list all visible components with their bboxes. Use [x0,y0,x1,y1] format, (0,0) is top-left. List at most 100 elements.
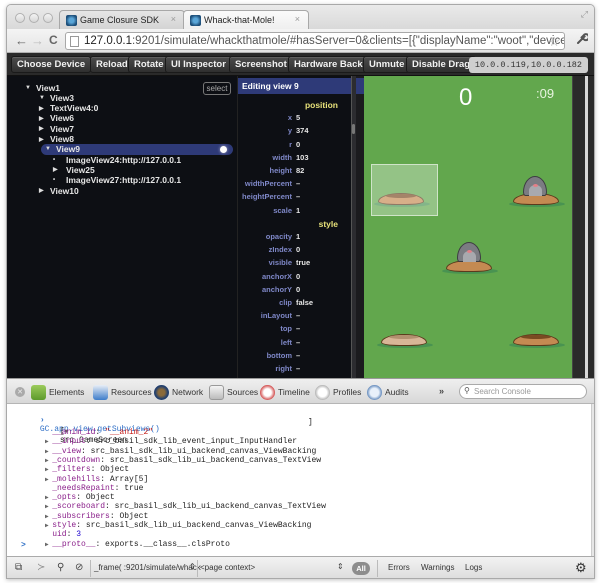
property-value[interactable]: – [296,179,300,188]
reload-icon[interactable]: C [49,33,58,47]
property-value[interactable]: true [296,258,310,267]
frame-selector[interactable]: _frame( :9201/simulate/whack [94,563,201,572]
address-bar[interactable]: 127.0.0.1:9201/simulate/whackthatmole/#h… [65,32,565,50]
forward-icon[interactable]: → [31,33,44,48]
tab-close-icon[interactable]: × [171,14,176,24]
wrench-menu-icon[interactable] [575,32,590,48]
property-value[interactable]: 0 [296,285,300,294]
unmute-button[interactable]: Unmute [363,56,411,73]
game-canvas[interactable]: 0 :09 [364,76,572,378]
minimize-window-button[interactable] [29,13,39,23]
tree-item[interactable]: ▶ View8 [39,134,74,145]
console-result-header[interactable]: [▼ src_GameScreen [31,418,127,445]
console-property-line[interactable]: ▶ _opts: Object [45,493,115,502]
console-property-line[interactable]: ▶ _subscribers: Object [45,512,148,521]
collapse-arrow-icon[interactable]: ▼ [45,146,54,152]
hardware-back-button[interactable]: Hardware Back [288,56,369,73]
context-selector[interactable]: <page context> [200,563,255,572]
expand-arrow-icon[interactable]: ▶ [39,115,48,122]
property-value[interactable]: 5 [296,113,300,122]
back-icon[interactable]: ← [15,33,28,48]
property-row: x5 [238,113,351,124]
property-value[interactable]: – [296,338,300,347]
property-value[interactable]: 1 [296,206,300,215]
mole[interactable] [457,242,481,262]
devtools-tab-resources[interactable]: Resources [93,384,152,400]
dock-toggle-icon[interactable]: ⧉ [15,562,22,573]
devtools-tab-timeline[interactable]: Timeline [260,384,310,400]
tab-close-icon[interactable]: × [295,14,300,24]
console-panel[interactable]: › GC.app.view.getSubviews() [▼ src_GameS… [7,404,592,556]
settings-gear-icon[interactable]: ⚙ [575,560,587,576]
console-property-line[interactable]: ▶ __proto__: exports.__class__.clsProto [45,540,230,549]
expand-arrow-icon[interactable]: ▶ [39,105,48,112]
property-value[interactable]: – [296,351,300,360]
browser-tab-sdk[interactable]: Game Closure SDK × [59,10,185,29]
devtools-tab-network[interactable]: Network [154,384,203,400]
inspect-search-icon[interactable]: ⚲ [57,562,64,573]
console-property-line[interactable]: ▶ _molehills: Array[5] [45,475,148,484]
console-drawer-icon[interactable]: ≻ [37,562,45,573]
filter-all-button[interactable]: All [352,562,370,575]
tree-item[interactable]: ▶ View10 [39,185,79,196]
search-console-input[interactable]: ⚲ Search Console [459,384,587,399]
devtools-tab-profiles[interactable]: Profiles [315,384,361,400]
property-value[interactable]: 0 [296,245,300,254]
collapse-arrow-icon[interactable]: ▼ [39,95,48,101]
bookmark-star-icon[interactable]: ☆ [548,34,560,49]
filter-errors-button[interactable]: Errors [388,563,410,572]
molehill[interactable] [509,330,565,348]
expand-arrow-icon[interactable]: ▶ [39,125,48,132]
property-value[interactable]: 0 [296,272,300,281]
property-value[interactable]: 82 [296,166,304,175]
zoom-window-button[interactable] [43,13,53,23]
console-property-line[interactable]: ▶ _filters: Object [45,465,129,474]
context-selector-arrow-icon[interactable]: ⇕ [337,562,344,571]
property-value[interactable]: 0 [296,140,300,149]
console-property-line[interactable]: ▶ __view: src_basil_sdk_lib_ui_backend_c… [45,447,316,456]
browser-tab-whack[interactable]: Whack-that-Mole! × [183,10,309,29]
expand-arrow-icon[interactable]: ▶ [39,187,48,194]
property-value: "__anim_2" [105,428,154,437]
console-property-line[interactable]: ▶ _countdown: src_basil_sdk_lib_ui_backe… [45,456,321,465]
console-property-line: _needsRepaint: true [45,484,143,493]
console-input-prompt[interactable]: > [21,541,26,550]
more-tabs-button[interactable]: » [439,386,444,396]
fullscreen-icon[interactable]: ⤢ [581,9,588,20]
filter-warnings-button[interactable]: Warnings [421,563,455,572]
molehill[interactable] [377,330,433,348]
property-value[interactable]: false [296,298,313,307]
filter-logs-button[interactable]: Logs [465,563,482,572]
console-property-line[interactable]: ▶ style: src_basil_sdk_lib_ui_backend_ca… [45,521,311,530]
console-property-line[interactable]: ▶ __input: src_basil_sdk_lib_event_input… [45,437,297,446]
property-value[interactable]: 1 [296,232,300,241]
window-controls [15,13,53,23]
expand-arrow-icon[interactable]: ▶ [39,136,48,143]
close-window-button[interactable] [15,13,25,23]
clear-console-icon[interactable]: ⊘ [75,562,83,573]
disable-drag-button[interactable]: Disable Drag [406,56,477,73]
rotate-button[interactable]: Rotate [128,56,170,73]
collapse-arrow-icon[interactable]: ▼ [25,85,34,91]
ui-inspector-button[interactable]: UI Inspector [165,56,232,73]
close-devtools-icon[interactable]: ✕ [15,387,25,397]
devtools-tab-audits[interactable]: Audits [367,384,409,400]
property-value[interactable]: – [296,364,300,373]
screenshot-button[interactable]: Screenshot [229,56,293,73]
mole[interactable] [523,176,547,196]
scrollbar-thumb[interactable] [352,124,355,134]
property-value[interactable]: – [296,311,300,320]
devtools-tab-elements[interactable]: Elements [31,384,84,400]
choose-device-button[interactable]: Choose Device [11,56,92,73]
property-value: 3 [76,530,82,540]
console-property-line[interactable]: ▶ _scoreboard: src_basil_sdk_lib_ui_back… [45,502,326,511]
property-value[interactable]: – [296,324,300,333]
devtools-tab-sources[interactable]: Sources [209,384,258,400]
frame-selector-arrow-icon[interactable]: ⇕ [189,562,196,571]
property-value[interactable]: 103 [296,153,309,162]
expand-arrow-icon[interactable]: ▶ [53,166,62,173]
scrollbar-track[interactable] [351,76,356,378]
select-view-button[interactable]: select [203,82,231,95]
property-value[interactable]: 374 [296,126,309,135]
property-value[interactable]: – [296,192,300,201]
